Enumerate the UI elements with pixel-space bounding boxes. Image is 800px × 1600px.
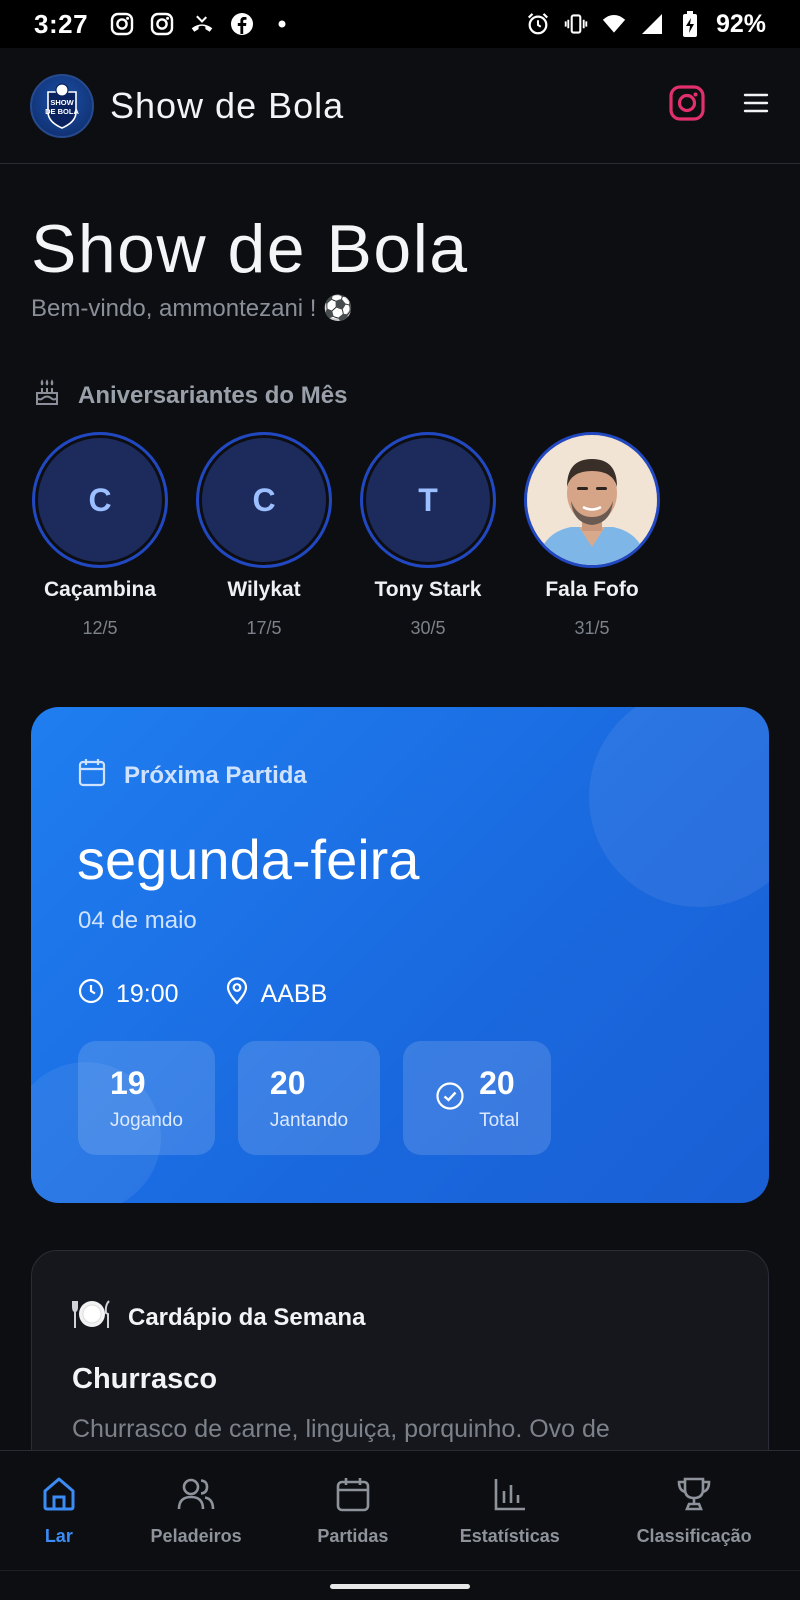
nav-item-stats[interactable]: Estatísticas [431,1451,588,1570]
nav-item-ranking[interactable]: Classificação [588,1451,800,1570]
facebook-icon [230,12,254,36]
instagram-icon [150,12,174,36]
birthdays-heading-label: Aniversariantes do Mês [78,381,348,409]
home-icon [40,1475,78,1518]
instagram-icon[interactable] [668,84,706,127]
stat-total: 20 Total [403,1041,552,1155]
missed-call-icon [190,12,214,36]
cake-icon [32,378,62,413]
stat-value: 20 [479,1064,515,1101]
stat-dining: 20 Jantando [237,1041,381,1155]
nav-label: Estatísticas [459,1525,560,1546]
battery-charging-icon [678,11,702,37]
avatar: T [360,432,496,568]
menu-icon[interactable] [742,91,770,120]
svg-text:DE BOLA: DE BOLA [45,107,79,116]
svg-text:SHOW: SHOW [50,98,74,107]
avatar: C [196,432,332,568]
page-title: Show de Bola [31,211,469,287]
stat-label: Jantando [269,1109,349,1131]
check-circle-icon [435,1081,465,1116]
match-date: 04 de maio [78,907,197,934]
stat-playing: 19 Jogando [78,1041,215,1155]
decorative-circle [589,707,769,907]
birthday-item[interactable]: Fala Fofo 31/5 [524,432,660,639]
clock-icon [78,978,104,1011]
birthday-list: C Caçambina 12/5 C Wilykat 17/5 T Tony S… [32,432,660,639]
nav-item-matches[interactable]: Partidas [275,1451,432,1570]
match-stats: 19 Jogando 20 Jantando 20 Total [78,1041,552,1155]
stat-value: 20 [269,1064,306,1101]
match-time: 19:00 [116,980,179,1008]
next-match-card[interactable]: Próxima Partida segunda-feira 04 de maio… [31,707,769,1203]
birthday-name: Wilykat [227,578,301,601]
birthday-name: Caçambina [43,578,157,601]
nav-label: Partidas [317,1525,389,1546]
menu-dish-description: Churrasco de carne, linguiça, porquinho.… [72,1415,610,1443]
man-portrait-photo [527,435,657,565]
avatar: C [32,432,168,568]
birthday-name: Tony Stark [374,578,482,601]
nav-label: Classificação [636,1525,752,1546]
dot-icon [270,12,294,36]
birthday-item[interactable]: C Wilykat 17/5 [196,432,332,639]
birthdays-heading: Aniversariantes do Mês [32,378,347,413]
menu-dish-title: Churrasco [72,1363,218,1395]
app-header: SHOW DE BOLA Show de Bola [0,48,800,164]
weekly-menu-heading-label: Cardápio da Semana [128,1303,366,1331]
nav-item-players[interactable]: Peladeiros [118,1451,275,1570]
match-meta: 19:00 AABB [78,977,327,1012]
bar-chart-icon [491,1475,529,1518]
users-icon [176,1475,216,1518]
match-location: AABB [260,980,328,1008]
birthday-name: Fala Fofo [545,578,639,601]
location-pin-icon [225,977,249,1012]
wifi-icon [602,12,626,36]
plate-cutlery-icon [72,1297,112,1338]
instagram-icon [110,12,134,36]
calendar-icon [78,757,106,794]
stat-value: 19 [110,1064,146,1101]
nav-item-home[interactable]: Lar [0,1451,118,1570]
app-logo[interactable]: SHOW DE BOLA [30,73,94,138]
signal-icon [640,12,664,36]
bottom-navigation: Lar Peladeiros Partidas Estatísticas Cla… [0,1450,800,1570]
next-match-heading: Próxima Partida [78,757,307,794]
trophy-icon [674,1475,714,1518]
birthday-item[interactable]: C Caçambina 12/5 [32,432,168,639]
gesture-handle[interactable] [330,1584,470,1589]
birthday-date: 30/5 [410,618,446,638]
alarm-icon [526,12,550,36]
avatar-photo [524,432,660,568]
nav-label: Lar [44,1525,73,1546]
stat-label: Jogando [110,1109,183,1131]
status-time: 3:27 [34,8,89,39]
battery-percent: 92% [715,9,766,38]
next-match-heading-label: Próxima Partida [124,761,307,789]
weekly-menu-heading: Cardápio da Semana [72,1297,365,1338]
birthday-date: 31/5 [574,618,610,638]
vibrate-icon [564,12,588,36]
stat-label: Total [479,1109,520,1131]
app-title: Show de Bola [110,84,345,126]
nav-label: Peladeiros [150,1525,242,1546]
calendar-icon [334,1475,372,1518]
status-bar: 3:27 92% [0,0,800,48]
birthday-date: 17/5 [246,618,282,638]
welcome-message: Bem-vindo, ammontezani ! ⚽ [31,295,354,322]
birthday-date: 12/5 [82,618,118,638]
match-weekday: segunda-feira [77,828,420,891]
birthday-item[interactable]: T Tony Stark 30/5 [360,432,496,639]
